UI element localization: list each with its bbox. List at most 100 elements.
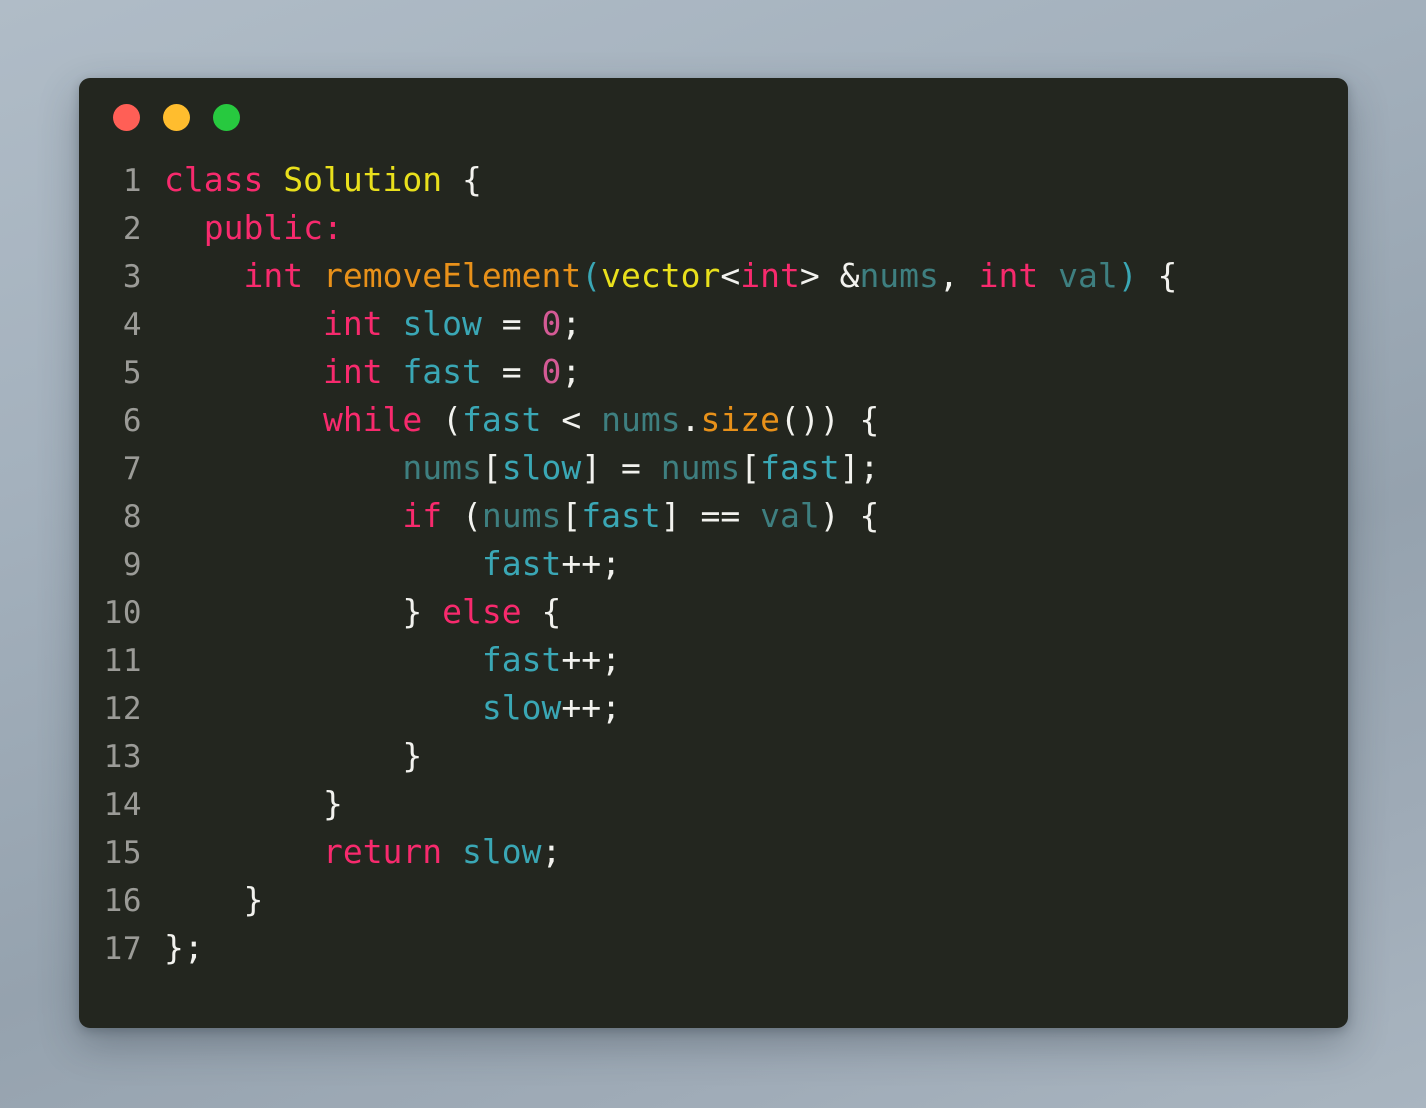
code-token: [ [481,448,502,487]
code-line: 17}; [79,924,1348,972]
code-line-source: } [164,876,1348,924]
code-token: nums [481,496,562,535]
code-token: slow [402,304,482,343]
code-token: else [442,592,522,631]
minimize-window-button[interactable] [163,103,190,131]
code-token: [ [740,448,761,487]
code-token: int [322,352,383,391]
code-window-card: 1 class Solution {2 public: 3 int removeEl… [79,78,1348,1028]
code-token: > & [799,256,860,295]
code-token: ) [1117,256,1138,295]
code-token: nums [601,400,681,439]
code-line: 14 } [79,780,1348,828]
code-token: ]; [839,448,880,487]
code-token: nums [660,448,741,487]
code-token: int [978,256,1039,295]
code-token: ( [581,256,602,295]
code-token: fast [581,496,661,535]
code-token: nums [402,448,482,487]
code-token: nums [859,256,939,295]
code-line-source: public: [164,204,1348,252]
code-token: Solution [283,160,443,199]
line-number: 7 [122,451,142,487]
code-token: while [322,400,423,439]
code-line: 12 slow++; [79,684,1348,732]
window-titlebar [79,78,1348,156]
code-token: 0 [541,352,562,391]
code-token: = [481,304,542,343]
close-window-button[interactable] [113,103,140,131]
code-line-source: int slow = 0; [164,300,1348,348]
line-number: 2 [122,211,142,247]
code-token: 0 [541,304,562,343]
code-token: } [164,880,264,919]
code-token: fast [402,352,482,391]
code-token: }; [164,928,204,967]
code-token: fast [481,544,562,583]
code-line: 2 public: [79,204,1348,252]
code-token: ; [561,304,582,343]
code-line: 4 int slow = 0; [79,300,1348,348]
code-line-source: }; [164,924,1348,972]
code-line-source: slow++; [164,684,1348,732]
code-token: < [541,400,602,439]
code-line: 8 if (nums[fast] == val) { [79,492,1348,540]
code-line-source: } [164,732,1348,780]
code-token: ( [442,496,482,535]
code-token: ( [422,400,463,439]
code-token: vector [601,256,721,295]
code-token: } [164,592,443,631]
line-number: 5 [122,355,142,391]
code-line-source: int removeElement(vector<int> &nums, int… [164,252,1348,300]
code-line-source: fast++; [164,636,1348,684]
code-token: slow [501,448,582,487]
code-token: ++; [561,688,621,727]
code-token: ++; [561,544,621,583]
line-number: 13 [103,739,142,775]
code-line: 1 class Solution { [79,156,1348,204]
code-token: ; [561,352,582,391]
code-line-source: } [164,780,1348,828]
code-token: ; [541,832,562,871]
code-token: ()) { [779,400,880,439]
line-number: 17 [103,931,142,967]
code-line: 11 fast++; [79,636,1348,684]
code-token: public: [203,208,343,247]
code-line: 5 int fast = 0; [79,348,1348,396]
code-token: } [164,736,423,775]
maximize-window-button[interactable] [213,103,240,131]
code-token: ] == [660,496,761,535]
code-token: ] = [581,448,661,487]
code-token: = [481,352,542,391]
code-token: return [322,832,443,871]
code-line: 16 } [79,876,1348,924]
code-token: [ [561,496,582,535]
line-number: 3 [122,259,142,295]
line-number: 11 [103,643,142,679]
line-number: 10 [103,595,142,631]
code-token: size [700,400,780,439]
line-number: 8 [122,499,142,535]
code-lines-container: 1 class Solution {2 public: 3 int removeEl… [79,156,1348,972]
code-editor-area[interactable]: 1 class Solution {2 public: 3 int removeEl… [79,156,1348,1028]
code-token: . [680,400,701,439]
code-token: } [164,784,343,823]
code-line: 3 int removeElement(vector<int> &nums, i… [79,252,1348,300]
code-line: 6 while (fast < nums.size()) { [79,396,1348,444]
code-line-source: class Solution { [164,156,1348,204]
code-token: ++; [561,640,621,679]
line-number: 15 [103,835,142,871]
line-number: 1 [122,163,142,199]
